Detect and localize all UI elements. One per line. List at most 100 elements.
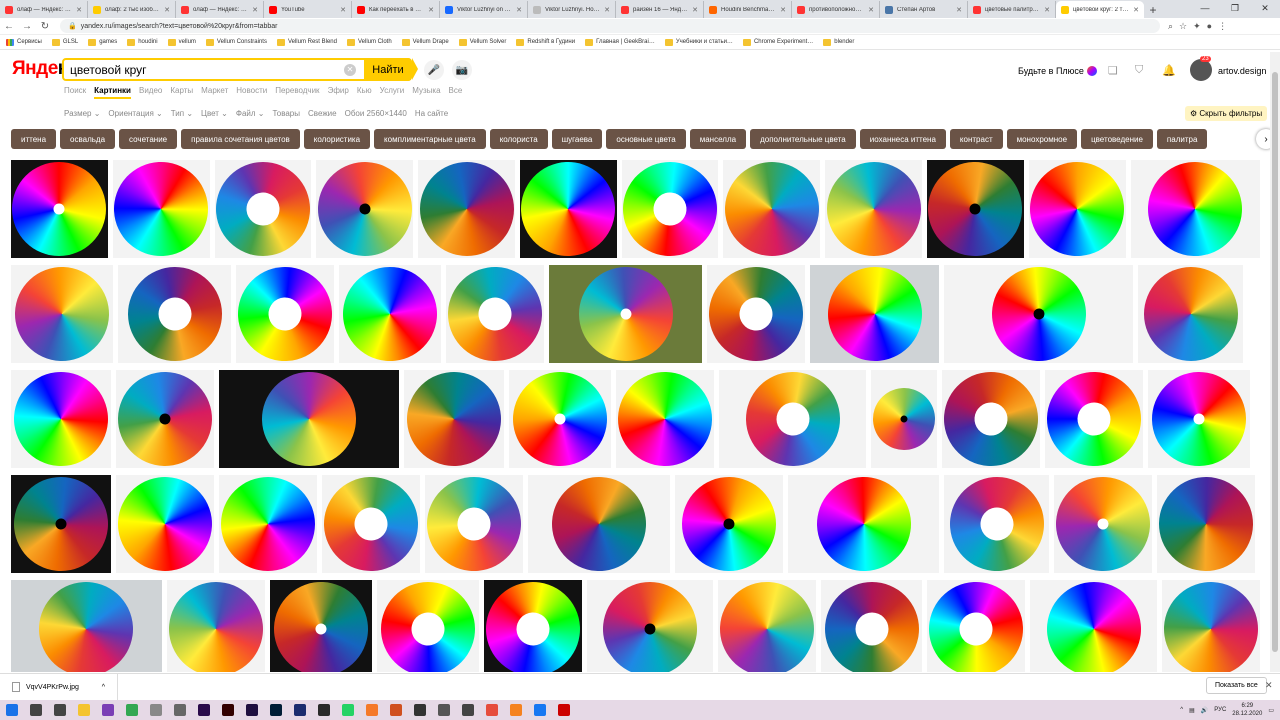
bookmark-item[interactable]: Учебники и статьи… xyxy=(664,38,733,46)
extensions-icon[interactable]: ✦ xyxy=(1193,21,1201,32)
suggestion-chip[interactable]: дополнительные цвета xyxy=(750,129,856,149)
browser-tab[interactable]: противоположность… ✕ xyxy=(792,1,880,18)
show-all-downloads-button[interactable]: Показать все xyxy=(1206,677,1267,694)
filter-option[interactable]: Цвет ⌄ xyxy=(201,109,228,118)
close-tab-icon[interactable]: ✕ xyxy=(252,6,258,14)
app-icon[interactable] xyxy=(484,702,500,718)
close-tab-icon[interactable]: ✕ xyxy=(868,6,874,14)
browser-tab[interactable]: райзен 16 — Яндекс… ✕ xyxy=(616,1,704,18)
image-thumbnail[interactable] xyxy=(942,370,1040,468)
plus-link[interactable]: Будьте в Плюсе xyxy=(1018,66,1097,76)
scrollbar-thumb[interactable] xyxy=(1272,72,1278,652)
task-view-icon[interactable] xyxy=(52,702,68,718)
network-icon[interactable]: ▤ xyxy=(1189,707,1195,714)
image-thumbnail[interactable] xyxy=(944,475,1049,573)
url-bar[interactable]: 🔒 yandex.ru/images/search?text=цветовой%… xyxy=(60,19,1160,33)
image-thumbnail[interactable] xyxy=(528,475,670,573)
app-icon[interactable] xyxy=(316,702,332,718)
app-icon[interactable] xyxy=(436,702,452,718)
zoom-icon[interactable]: ⌕ xyxy=(1168,21,1173,32)
image-thumbnail[interactable] xyxy=(316,160,414,258)
image-thumbnail[interactable] xyxy=(446,265,544,363)
filter-option[interactable]: На сайте xyxy=(415,109,448,118)
close-tab-icon[interactable]: ✕ xyxy=(1044,6,1050,14)
start-icon[interactable] xyxy=(4,702,20,718)
page-scrollbar[interactable] xyxy=(1270,52,1280,672)
file-explorer-icon[interactable] xyxy=(76,702,92,718)
avatar[interactable] xyxy=(1190,59,1212,81)
filter-option[interactable]: Свежие xyxy=(308,109,337,118)
image-thumbnail[interactable] xyxy=(944,265,1133,363)
close-downloads-icon[interactable]: ✕ xyxy=(1265,680,1273,691)
image-thumbnail[interactable] xyxy=(586,580,714,672)
image-thumbnail[interactable] xyxy=(118,265,231,363)
filter-option[interactable]: Обои 2560×1440 xyxy=(345,109,407,118)
browser-tab[interactable]: YouTube ✕ xyxy=(264,1,352,18)
suggestion-chip[interactable]: колористика xyxy=(303,129,371,149)
image-thumbnail[interactable] xyxy=(322,475,420,573)
bookmark-item[interactable]: Vellum Solver xyxy=(458,38,506,46)
bookmark-item[interactable]: vellum xyxy=(167,38,196,46)
bookmark-item[interactable]: Redshift в Гудини xyxy=(516,38,575,46)
app-icon[interactable] xyxy=(388,702,404,718)
profile-icon[interactable]: ● xyxy=(1207,21,1212,32)
image-thumbnail[interactable] xyxy=(1045,370,1143,468)
image-thumbnail[interactable] xyxy=(116,370,214,468)
back-icon[interactable]: ← xyxy=(0,21,18,32)
tray-up-icon[interactable]: ^ xyxy=(1180,707,1183,713)
image-thumbnail[interactable] xyxy=(519,160,617,258)
bookmark-item[interactable]: GLSL xyxy=(51,38,78,46)
image-thumbnail[interactable] xyxy=(269,580,372,672)
app-icon[interactable] xyxy=(532,702,548,718)
collections-icon[interactable]: ❏ xyxy=(1108,64,1118,77)
image-thumbnail[interactable] xyxy=(718,580,817,672)
service-link[interactable]: Карты xyxy=(170,86,193,99)
clock[interactable]: 6:29 28.12.2020 xyxy=(1232,702,1262,718)
browser-tab[interactable]: Viktor Luzhnyi on Bé… ✕ xyxy=(440,1,528,18)
clear-icon[interactable]: ✕ xyxy=(344,63,356,76)
image-thumbnail[interactable] xyxy=(1148,370,1250,468)
new-tab-button[interactable]: + xyxy=(1144,1,1162,18)
filter-option[interactable]: Файл ⌄ xyxy=(236,109,265,118)
service-link[interactable]: Эфир xyxy=(328,86,349,99)
image-thumbnail[interactable] xyxy=(376,580,479,672)
image-thumbnail[interactable] xyxy=(1054,475,1152,573)
browser-tab[interactable]: Viktor Luzhnyi. Houdi…✕ xyxy=(528,1,616,18)
whatsapp-icon[interactable] xyxy=(340,702,356,718)
close-tab-icon[interactable]: ✕ xyxy=(1133,6,1139,14)
microphone-icon[interactable]: 🎤 xyxy=(424,60,444,80)
hide-filters-button[interactable]: ⚙ Скрыть фильтры xyxy=(1185,106,1268,121)
forward-icon[interactable]: → xyxy=(18,21,36,32)
volume-icon[interactable]: 🔊 xyxy=(1201,707,1208,714)
menu-icon[interactable]: ⋮ xyxy=(1218,21,1227,32)
image-thumbnail[interactable] xyxy=(1030,580,1158,672)
service-link[interactable]: Поиск xyxy=(64,86,86,99)
browser-tab[interactable]: Степан Артов ✕ xyxy=(880,1,968,18)
browser-tab[interactable]: олаф: 2 тыс изображ… ✕ xyxy=(88,1,176,18)
app-icon[interactable] xyxy=(172,702,188,718)
chevron-up-icon[interactable]: ^ xyxy=(102,684,105,691)
image-thumbnail[interactable] xyxy=(621,160,719,258)
filter-option[interactable]: Ориентация ⌄ xyxy=(108,109,162,118)
suggestion-chip[interactable]: колориста xyxy=(489,129,548,149)
suggestion-chip[interactable]: освальда xyxy=(60,129,116,149)
image-thumbnail[interactable] xyxy=(927,160,1024,258)
browser-tab[interactable]: цветовой круг: 2 тыс… ✕ xyxy=(1056,1,1144,18)
image-thumbnail[interactable] xyxy=(927,580,1026,672)
bookmark-item[interactable]: Сервисы xyxy=(6,38,42,46)
image-thumbnail[interactable] xyxy=(509,370,611,468)
service-link[interactable]: Музыка xyxy=(412,86,440,99)
app-icon[interactable] xyxy=(460,702,476,718)
code-editor-icon[interactable] xyxy=(100,702,116,718)
bookmark-item[interactable]: houdini xyxy=(127,38,158,46)
image-thumbnail[interactable] xyxy=(236,265,334,363)
suggestion-chip[interactable]: манселла xyxy=(689,129,747,149)
image-thumbnail[interactable] xyxy=(616,370,714,468)
service-link[interactable]: Переводчик xyxy=(275,86,319,99)
close-tab-icon[interactable]: ✕ xyxy=(428,6,434,14)
close-tab-icon[interactable]: ✕ xyxy=(164,6,170,14)
image-thumbnail[interactable] xyxy=(11,475,111,573)
browser-tab[interactable]: Как переехать в Ниде… ✕ xyxy=(352,1,440,18)
service-link[interactable]: Видео xyxy=(139,86,162,99)
app-icon[interactable] xyxy=(412,702,428,718)
